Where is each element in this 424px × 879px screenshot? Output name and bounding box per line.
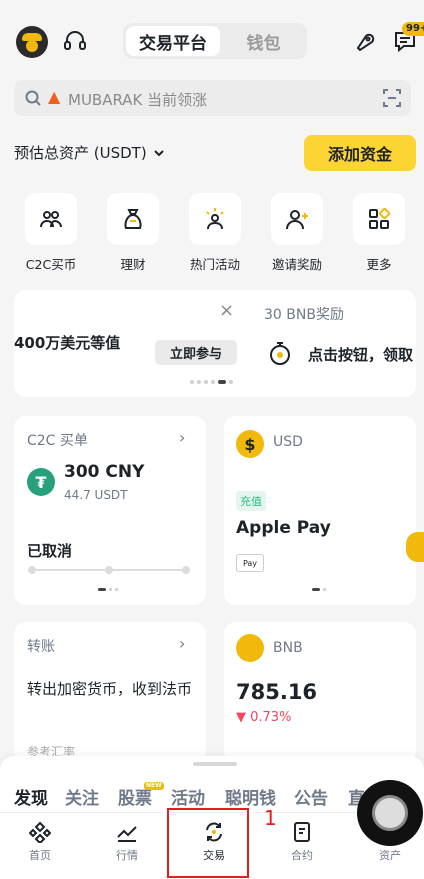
money-bag-icon xyxy=(124,209,142,229)
notification-badge: 99+ xyxy=(402,22,424,36)
scan-icon[interactable] xyxy=(382,88,402,108)
sparkle-person-icon xyxy=(206,208,224,230)
card-title: C2C 买单 xyxy=(27,433,88,449)
quick-action-earn[interactable]: 理财 xyxy=(104,193,162,273)
coin-name: USD xyxy=(273,434,303,450)
mascot-icon[interactable] xyxy=(406,532,424,562)
annotation-number: 1 xyxy=(264,806,277,830)
chevron-right-icon: › xyxy=(179,428,186,447)
promo-banner[interactable]: 400万美元等值 立即参与 × 30 BNB奖励 点击按钮，领取 xyxy=(14,290,416,397)
quick-action-invite[interactable]: 邀请奖励 xyxy=(268,193,326,273)
rewards-icon[interactable] xyxy=(352,28,378,54)
platform-wallet-switch: 交易平台 钱包 xyxy=(123,23,307,59)
usd-coin-icon: $ xyxy=(236,430,264,458)
quick-action-events[interactable]: 热门活动 xyxy=(186,193,244,273)
futures-doc-icon xyxy=(294,822,310,842)
top-bar: 交易平台 钱包 99+ xyxy=(0,0,424,80)
banner-left-text: 400万美元等值 xyxy=(14,334,121,352)
order-sub-amount: 44.7 USDT xyxy=(64,488,128,502)
c2c-users-icon xyxy=(40,211,62,228)
deposit-tag: 充值 xyxy=(236,491,266,511)
avatar[interactable] xyxy=(16,26,48,58)
nav-futures[interactable]: 合约 xyxy=(272,821,332,863)
new-badge: NEW xyxy=(144,782,164,790)
join-now-button[interactable]: 立即参与 xyxy=(155,340,237,365)
search-placeholder: MUBARAK 当前领涨 xyxy=(68,91,208,109)
card-title: 转账 xyxy=(27,639,55,655)
chevron-right-icon: › xyxy=(179,634,186,653)
quick-action-c2c[interactable]: C2C买币 xyxy=(22,193,80,273)
card-indicator xyxy=(312,588,326,591)
feed-tab-activities[interactable]: 活动 xyxy=(171,784,205,809)
feed-tab-announcements[interactable]: 公告 xyxy=(294,784,328,809)
stopwatch-icon xyxy=(270,342,290,365)
chart-line-icon xyxy=(117,826,137,842)
payment-method: Apple Pay xyxy=(236,518,331,538)
coin-price: 785.16 xyxy=(236,680,318,704)
invite-user-icon xyxy=(286,210,308,230)
fire-icon: ▲ xyxy=(48,87,61,106)
floating-assistive-button[interactable] xyxy=(357,780,423,846)
order-status: 已取消 xyxy=(27,542,73,560)
assets-label: 预估总资产 (USDT) xyxy=(14,144,147,162)
banner-right-title: 30 BNB奖励 xyxy=(264,307,344,323)
carousel-indicator xyxy=(190,380,233,384)
headset-icon[interactable] xyxy=(62,28,88,54)
search-bar[interactable]: ▲ MUBARAK 当前领涨 xyxy=(14,80,411,116)
tab-exchange[interactable]: 交易平台 xyxy=(126,26,220,56)
price-change: ▼ 0.73% xyxy=(236,710,292,725)
quick-action-more[interactable]: 更多 xyxy=(350,193,408,273)
estimated-assets[interactable]: 预估总资产 (USDT) xyxy=(14,142,165,163)
apple-pay-icon: Pay xyxy=(236,554,264,572)
tether-icon: ₮ xyxy=(27,468,55,496)
feed-tab-discover[interactable]: 发现 xyxy=(14,784,48,809)
tab-wallet[interactable]: 钱包 xyxy=(223,26,304,56)
home-icon xyxy=(29,821,51,843)
transfer-description: 转出加密货币，收到法币 xyxy=(27,680,193,698)
order-amount: 300 CNY xyxy=(64,462,145,482)
chevron-down-icon xyxy=(153,149,164,156)
close-icon[interactable]: × xyxy=(219,300,234,321)
nav-markets[interactable]: 行情 xyxy=(97,821,157,863)
card-indicator xyxy=(98,588,118,591)
nav-home[interactable]: 首页 xyxy=(10,821,70,863)
add-funds-button[interactable]: 添加资金 xyxy=(304,135,416,171)
bnb-coin-icon xyxy=(236,634,264,662)
c2c-order-card[interactable]: C2C 买单 › ₮ 300 CNY 44.7 USDT 已取消 xyxy=(14,416,206,605)
bnb-price-card[interactable]: BNB 785.16 ▼ 0.73% xyxy=(224,622,416,762)
banner-right-text: 点击按钮，领取 xyxy=(308,346,414,364)
transfer-card[interactable]: 转账 › 转出加密货币，收到法币 参考汇率 xyxy=(14,622,206,762)
usd-deposit-card[interactable]: $ USD 充值 Apple Pay Pay xyxy=(224,416,416,605)
search-icon xyxy=(25,90,41,106)
coin-name: BNB xyxy=(273,640,303,656)
order-progress-track xyxy=(28,566,190,574)
grid-more-icon xyxy=(369,207,391,229)
trade-highlight-box xyxy=(167,808,249,878)
feed-tab-following[interactable]: 关注 xyxy=(65,784,99,809)
drag-handle[interactable] xyxy=(193,762,237,766)
